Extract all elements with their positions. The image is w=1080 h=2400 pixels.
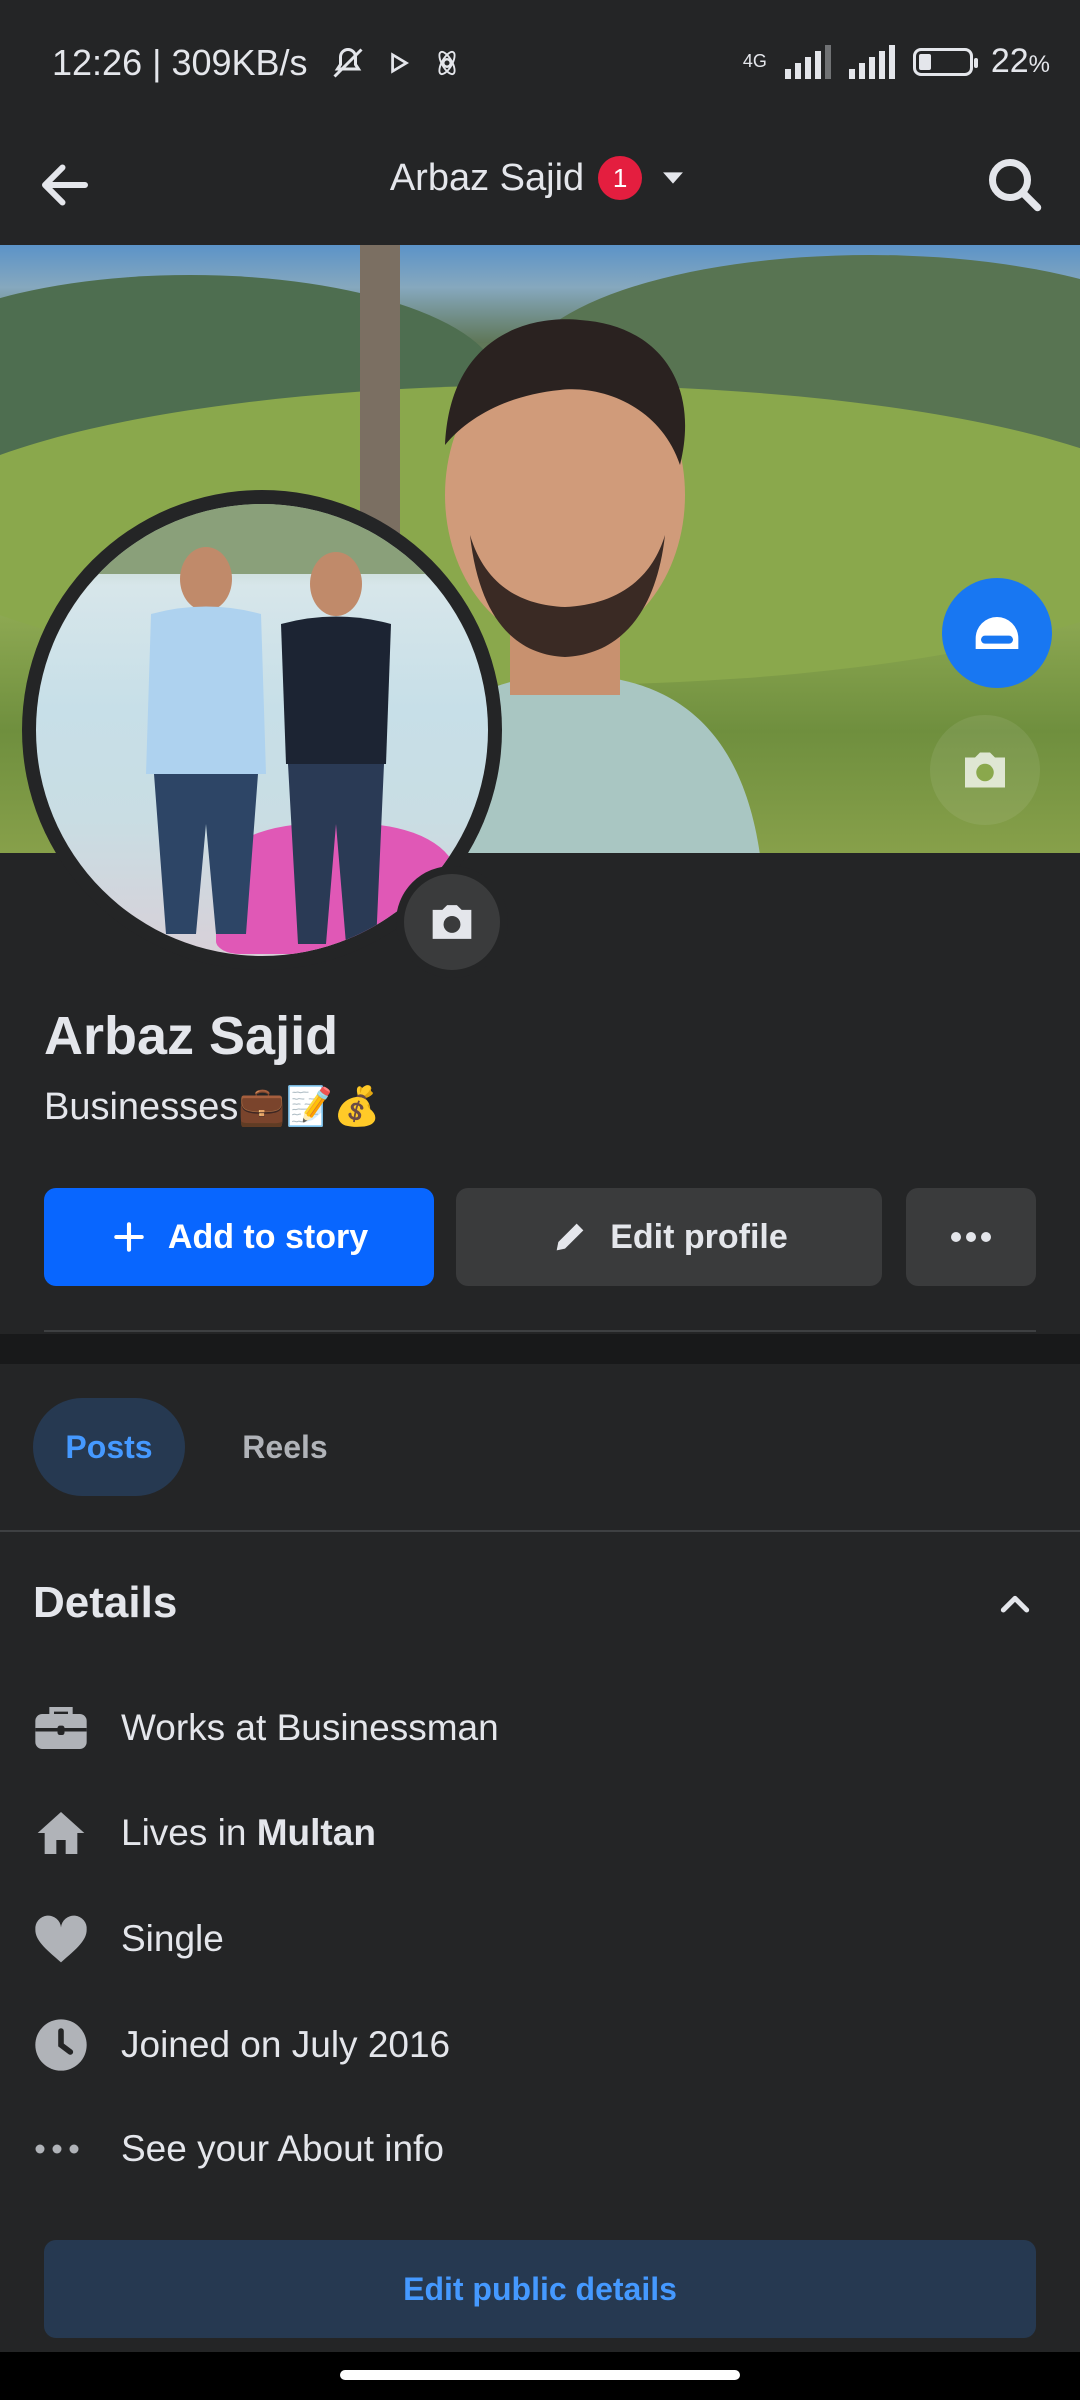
- status-right: 4G 22%: [743, 42, 1050, 81]
- edit-profile-button[interactable]: Edit profile: [456, 1188, 882, 1286]
- briefcase-icon: [33, 1693, 121, 1763]
- heart-icon: [33, 1904, 121, 1974]
- more-options-button[interactable]: [906, 1188, 1036, 1286]
- notification-badge: 1: [598, 156, 643, 200]
- status-bar: 12:26 | 309KB/s 4G 22%: [0, 0, 1080, 130]
- battery-level: 22%: [990, 42, 1050, 80]
- detail-joined: Joined on July 2016: [33, 2010, 450, 2080]
- system-nav-bar: [0, 2352, 1080, 2400]
- profile-switcher[interactable]: Arbaz Sajid 1: [0, 156, 1080, 200]
- signal-icon-1: [784, 44, 831, 79]
- app-notification-icon: [438, 50, 456, 76]
- detail-relationship: Single: [33, 1904, 224, 1974]
- edit-public-details-button[interactable]: Edit public details: [44, 2240, 1036, 2338]
- add-to-story-button[interactable]: Add to story: [44, 1188, 434, 1286]
- clock-icon: [33, 2010, 121, 2080]
- home-icon: [33, 1798, 121, 1868]
- plus-icon: [114, 1222, 144, 1252]
- divider: [0, 1530, 1080, 1532]
- battery-icon: [912, 47, 978, 76]
- avatar-button[interactable]: [942, 578, 1052, 688]
- detail-work: Works at Businessman: [33, 1693, 499, 1763]
- work-text: Works at Businessman: [121, 1707, 499, 1748]
- signal-icon-2: [848, 44, 895, 79]
- section-separator: [0, 1334, 1080, 1364]
- camera-icon: [965, 752, 1005, 788]
- network-type: 4G: [742, 51, 767, 71]
- dropdown-caret-icon: [663, 172, 684, 184]
- tab-posts[interactable]: Posts: [33, 1398, 185, 1496]
- location-text: Lives in Multan: [121, 1812, 376, 1853]
- collapse-details-button[interactable]: [990, 1580, 1040, 1630]
- divider: [44, 1330, 1036, 1332]
- add-to-story-label: Add to story: [167, 1217, 369, 1256]
- search-button[interactable]: [978, 148, 1052, 222]
- tab-reels[interactable]: Reels: [220, 1398, 350, 1496]
- see-about-link[interactable]: See your About info: [33, 2114, 444, 2184]
- pencil-icon: [556, 1223, 584, 1251]
- mute-bell-icon: [332, 47, 363, 78]
- more-dots-icon: [33, 2114, 121, 2184]
- cover-camera-button[interactable]: [930, 715, 1040, 825]
- top-nav: Arbaz Sajid 1: [0, 120, 1080, 245]
- edit-profile-label: Edit profile: [610, 1217, 788, 1256]
- nav-title: Arbaz Sajid: [389, 156, 585, 199]
- about-text: See your About info: [121, 2128, 444, 2169]
- details-heading: Details: [33, 1578, 178, 1627]
- home-indicator[interactable]: [340, 2370, 740, 2380]
- status-time-speed: 12:26 | 309KB/s: [52, 42, 308, 83]
- profile-name: Arbaz Sajid: [44, 1006, 339, 1066]
- more-dots-icon: [951, 1232, 991, 1242]
- camera-icon: [432, 905, 472, 939]
- profile-bio: Businesses💼📝💰: [44, 1086, 381, 1128]
- joined-text: Joined on July 2016: [121, 2024, 451, 2065]
- search-icon: [989, 159, 1042, 212]
- play-icon: [390, 52, 409, 74]
- detail-location: Lives in Multan: [33, 1798, 376, 1868]
- chevron-up-icon: [1000, 1595, 1030, 1613]
- bot-avatar-icon: [975, 617, 1019, 649]
- relationship-text: Single: [121, 1918, 224, 1959]
- status-left: 12:26 | 309KB/s: [52, 42, 462, 84]
- profile-camera-button[interactable]: [396, 866, 508, 978]
